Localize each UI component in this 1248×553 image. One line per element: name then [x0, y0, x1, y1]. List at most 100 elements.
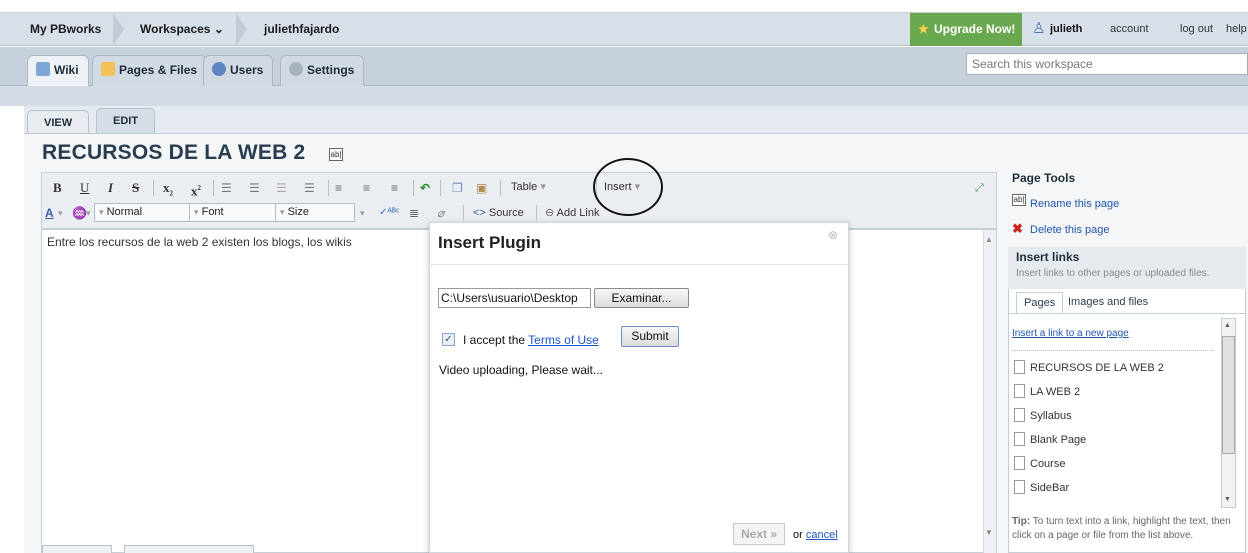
toolbar-divider: [440, 180, 441, 196]
text-color-icon[interactable]: A: [45, 203, 54, 223]
page-name: RECURSOS DE LA WEB 2: [1030, 362, 1164, 374]
user-icon: ♙: [1032, 20, 1046, 37]
source-button-label: Source: [488, 207, 524, 219]
tip-label: Tip:: [1012, 516, 1031, 527]
search-input[interactable]: Search this workspace: [966, 53, 1248, 75]
tab-images-and-files[interactable]: Images and files: [1061, 292, 1155, 314]
cancel-link[interactable]: cancel: [806, 529, 838, 541]
add-link-button[interactable]: ⊖ Add Link: [545, 203, 599, 223]
strikethrough-icon[interactable]: S: [132, 178, 139, 198]
help-link[interactable]: help: [1226, 13, 1247, 46]
chevron-down-icon[interactable]: ▾: [58, 203, 63, 223]
delete-page-link[interactable]: Delete this page: [1030, 224, 1110, 236]
copy-icon[interactable]: ❐: [452, 178, 463, 198]
list-item[interactable]: Syllabus: [1014, 408, 1072, 426]
pages-list-scroll-thumb[interactable]: [1222, 336, 1235, 454]
breadcrumb-workspaces[interactable]: Workspaces ⌄: [140, 13, 224, 46]
italic-icon[interactable]: I: [108, 178, 113, 198]
bottom-button-stub[interactable]: [124, 545, 254, 553]
document-icon: [1014, 480, 1025, 494]
new-page-link[interactable]: Insert a link to a new page: [1012, 328, 1129, 339]
bottom-button-stub[interactable]: [42, 545, 112, 553]
tab-divider: [1009, 313, 1245, 314]
superscript-icon[interactable]: x2: [191, 178, 201, 198]
undo-icon[interactable]: ↶: [420, 178, 430, 198]
size-select[interactable]: ▾ Size: [275, 203, 355, 222]
spacer-strip: [0, 86, 1248, 106]
tab-wiki[interactable]: Wiki: [27, 55, 89, 86]
tab-edit[interactable]: EDIT: [96, 108, 156, 133]
rename-page-link[interactable]: Rename this page: [1030, 198, 1119, 210]
horizontal-rule-icon[interactable]: ≣: [409, 203, 419, 223]
paste-icon[interactable]: ▣: [476, 178, 487, 198]
delete-icon: ✖: [1012, 221, 1023, 236]
breadcrumb-workspace-name[interactable]: juliethfajardo: [264, 13, 339, 46]
tab-view[interactable]: VIEW: [27, 110, 90, 133]
dotted-divider: [1012, 350, 1214, 351]
maximize-icon[interactable]: ⤢: [975, 178, 984, 198]
list-item[interactable]: Course: [1014, 456, 1065, 474]
terms-of-use-link[interactable]: Terms of Use: [528, 333, 599, 347]
table-menu[interactable]: Table ▾: [511, 177, 546, 197]
code-icon: <>: [473, 207, 486, 219]
align-right-icon[interactable]: ≡: [391, 178, 398, 198]
outdent-icon[interactable]: ☰: [276, 178, 287, 198]
list-item[interactable]: Blank Page: [1014, 432, 1086, 450]
rename-title-icon[interactable]: ab|: [329, 148, 343, 161]
eraser-icon[interactable]: ⌀: [437, 203, 444, 223]
wiki-icon: [36, 62, 50, 76]
align-left-icon[interactable]: ≡: [335, 178, 342, 198]
document-icon: [1014, 456, 1025, 470]
list-item[interactable]: RECURSOS DE LA WEB 2: [1014, 360, 1164, 378]
tab-settings[interactable]: Settings: [280, 55, 365, 86]
underline-icon[interactable]: U: [80, 178, 89, 198]
username[interactable]: julieth: [1050, 13, 1082, 46]
logout-link[interactable]: log out: [1180, 13, 1213, 46]
chevron-down-icon: ⌄: [213, 22, 224, 36]
accept-prefix: I accept the: [463, 333, 526, 347]
indent-icon[interactable]: ☰: [304, 178, 315, 198]
breadcrumb-my-pbworks[interactable]: My PBworks: [30, 13, 101, 46]
highlight-color-icon[interactable]: ♒: [72, 203, 87, 223]
file-path-field[interactable]: C:\Users\usuario\Desktop: [438, 288, 591, 308]
chevron-down-icon: ▾: [194, 207, 199, 217]
star-icon: ★: [918, 22, 929, 36]
next-button[interactable]: Next »: [733, 523, 785, 545]
toolbar-divider: [328, 180, 329, 196]
source-button[interactable]: <> Source: [473, 203, 524, 223]
gear-icon: [289, 62, 303, 76]
account-link[interactable]: account: [1110, 13, 1149, 46]
scroll-down-icon[interactable]: ▼: [1224, 490, 1231, 510]
accept-terms-checkbox[interactable]: ✓: [442, 333, 455, 346]
submit-button[interactable]: Submit: [621, 326, 679, 347]
chevron-down-icon[interactable]: ▾: [360, 203, 365, 223]
toolbar-divider: [213, 180, 214, 196]
subscript-icon[interactable]: x2: [163, 178, 173, 198]
page-tools-heading: Page Tools: [1012, 171, 1076, 185]
spellcheck-icon[interactable]: ✓ᴬᴮᶜ: [379, 203, 400, 223]
tab-pages-files[interactable]: Pages & Files: [92, 55, 208, 86]
scroll-up-icon[interactable]: ▲: [1224, 316, 1231, 336]
list-item[interactable]: SideBar: [1014, 480, 1069, 498]
link-icon: ⊖: [545, 207, 555, 219]
scroll-down-icon[interactable]: ▼: [985, 523, 993, 543]
toolbar-divider: [413, 180, 414, 196]
font-select[interactable]: ▾ Font: [189, 203, 283, 222]
chevron-down-icon[interactable]: ▾: [86, 203, 91, 223]
browse-button[interactable]: Examinar...: [594, 288, 689, 308]
numbered-list-icon[interactable]: ☰: [249, 178, 260, 198]
bulleted-list-icon[interactable]: ☰: [221, 178, 232, 198]
close-icon[interactable]: ⊗: [828, 228, 838, 242]
align-center-icon[interactable]: ≡: [363, 178, 370, 198]
editor-scrollbar[interactable]: [983, 230, 996, 553]
tab-pages[interactable]: Pages: [1016, 292, 1064, 314]
upload-status: Video uploading, Please wait...: [439, 363, 603, 377]
list-item[interactable]: LA WEB 2: [1014, 384, 1080, 402]
tab-users[interactable]: Users: [203, 55, 274, 86]
editor-text[interactable]: Entre los recursos de la web 2 existen l…: [47, 235, 352, 249]
bold-icon[interactable]: B: [53, 178, 62, 198]
scroll-up-icon[interactable]: ▲: [985, 230, 993, 250]
table-menu-label: Table: [511, 181, 538, 193]
upgrade-button[interactable]: ★ Upgrade Now!: [910, 13, 1022, 46]
style-select[interactable]: ▾ Normal: [94, 203, 200, 222]
